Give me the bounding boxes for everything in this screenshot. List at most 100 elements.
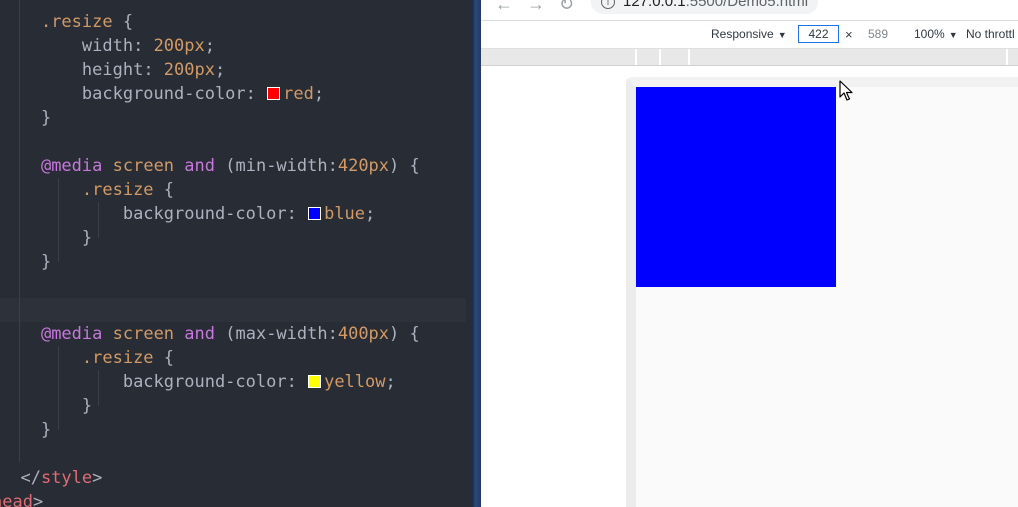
forward-icon[interactable]: → bbox=[527, 0, 545, 14]
code-token: height bbox=[81, 60, 144, 80]
info-icon[interactable]: i bbox=[601, 0, 615, 9]
reload-icon[interactable]: ↻ bbox=[559, 0, 574, 14]
code-line: </style> bbox=[0, 466, 102, 490]
code-token: 420px bbox=[337, 156, 390, 176]
code-token: 200px bbox=[153, 36, 205, 56]
code-token: : bbox=[245, 84, 267, 104]
code-token: ; bbox=[385, 372, 396, 392]
zoom-select-label: 100% bbox=[914, 27, 945, 41]
code-line: .resize { bbox=[0, 346, 174, 370]
code-token: blue bbox=[324, 204, 366, 224]
code-token: width bbox=[81, 36, 134, 56]
device-frame bbox=[626, 77, 1018, 507]
code-token: : bbox=[286, 372, 308, 392]
device-viewport-area bbox=[481, 66, 1018, 507]
code-token: .resize bbox=[81, 180, 154, 200]
code-token: } bbox=[0, 420, 52, 440]
code-token: } bbox=[0, 252, 52, 272]
code-token: ; bbox=[204, 36, 215, 56]
ruler-marker[interactable] bbox=[635, 49, 637, 65]
code-token: > bbox=[32, 492, 44, 507]
code-line: background-color: blue; bbox=[0, 202, 375, 226]
code-token: { bbox=[153, 180, 175, 200]
code-line: } bbox=[0, 418, 51, 442]
code-token: background-color bbox=[122, 204, 287, 224]
code-line: } bbox=[0, 250, 51, 274]
code-token: ; bbox=[365, 204, 376, 224]
caret-down-icon: ▼ bbox=[948, 30, 958, 40]
code-token: ; bbox=[313, 84, 325, 104]
code-token: @media bbox=[40, 324, 103, 344]
ruler-marker[interactable] bbox=[659, 49, 661, 65]
browser-window: ← → ↻ i 127.0.0.1:5500/Demo5.html Respons… bbox=[481, 0, 1018, 507]
window-divider[interactable] bbox=[472, 0, 481, 507]
code-line: } bbox=[0, 394, 92, 418]
code-token: } bbox=[0, 108, 52, 128]
url-field[interactable]: i 127.0.0.1:5500/Demo5.html bbox=[591, 0, 819, 14]
code-line: head> bbox=[0, 490, 43, 507]
code-token: .resize bbox=[40, 12, 113, 32]
color-swatch-icon[interactable] bbox=[308, 207, 322, 220]
code-token: and bbox=[184, 324, 216, 344]
code-token: yellow bbox=[324, 372, 386, 392]
code-token: .resize bbox=[81, 348, 154, 368]
code-token: } bbox=[0, 228, 93, 248]
color-swatch-icon[interactable] bbox=[267, 87, 281, 100]
code-line: .resize { bbox=[0, 10, 133, 34]
code-token: and bbox=[184, 156, 216, 176]
times-icon: × bbox=[845, 27, 853, 42]
code-line: background-color: red; bbox=[0, 82, 324, 106]
back-icon[interactable]: ← bbox=[495, 0, 513, 14]
code-token: screen bbox=[112, 156, 175, 176]
ruler-marker[interactable] bbox=[1006, 49, 1008, 65]
code-token: red bbox=[283, 84, 314, 104]
device-select[interactable]: Responsive ▼ bbox=[711, 27, 787, 43]
url-path: :5500/Demo5.html bbox=[685, 0, 809, 10]
code-token: { bbox=[153, 348, 175, 368]
code-token: style bbox=[40, 468, 93, 488]
code-token: : bbox=[133, 36, 154, 56]
code-token: ; bbox=[214, 60, 226, 80]
code-token: (min-width: bbox=[215, 156, 338, 176]
ruler-marker[interactable] bbox=[688, 49, 690, 65]
color-swatch-icon[interactable] bbox=[308, 375, 322, 388]
media-query-bar[interactable] bbox=[481, 49, 1018, 66]
viewport-width-input[interactable]: 422 bbox=[798, 25, 839, 43]
code-token: @media bbox=[40, 156, 103, 176]
caret-down-icon: ▼ bbox=[777, 30, 787, 40]
code-line: } bbox=[0, 106, 51, 130]
code-token: : bbox=[143, 60, 164, 80]
code-token: { bbox=[112, 12, 134, 32]
code-line: } bbox=[0, 226, 92, 250]
device-toolbar: Responsive ▼ 422 × 589 100% ▼ No throttl bbox=[481, 21, 1018, 49]
code-editor[interactable]: .resize { width: 200px; height: 200px; b… bbox=[0, 0, 472, 507]
viewport-height-input[interactable]: 589 bbox=[868, 27, 888, 42]
throttle-select[interactable]: No throttl bbox=[966, 27, 1015, 42]
code-line: @media screen and (min-width:420px) { bbox=[0, 154, 420, 178]
code-line: height: 200px; bbox=[0, 58, 225, 82]
code-token: } bbox=[0, 396, 93, 416]
code-token: screen bbox=[112, 324, 175, 344]
code-line: @media screen and (max-width:400px) { bbox=[0, 322, 420, 346]
zoom-select[interactable]: 100% ▼ bbox=[914, 27, 958, 43]
code-token: background-color bbox=[81, 84, 246, 104]
resize-box bbox=[636, 87, 836, 287]
url-host: 127.0.0.1 bbox=[623, 0, 686, 10]
code-token: ) { bbox=[389, 324, 420, 344]
code-token: 400px bbox=[337, 324, 390, 344]
code-token: : bbox=[286, 204, 308, 224]
address-bar: ← → ↻ i 127.0.0.1:5500/Demo5.html bbox=[481, 0, 1018, 21]
